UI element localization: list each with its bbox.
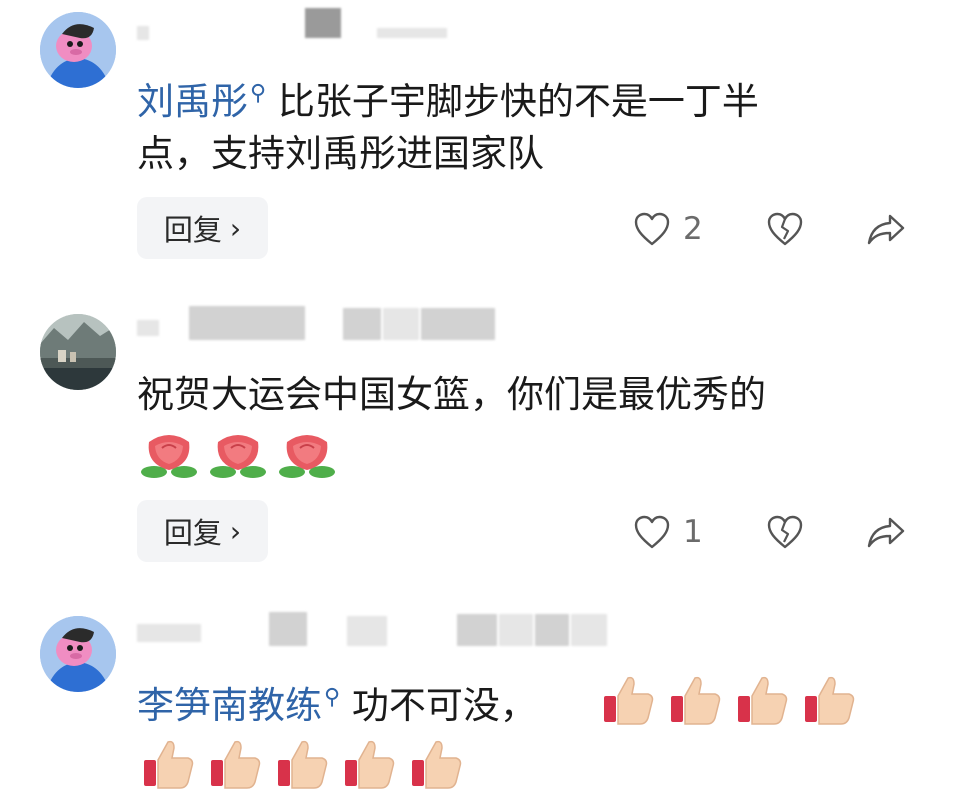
chevron-right-icon: › [229,211,242,245]
emoji-row [140,426,336,482]
comment-text-line: 点，支持刘禹彤进国家队 [137,132,544,175]
thumbs-up-emoji-icon [738,676,788,725]
like-count: 1 [683,514,703,550]
heart-icon [634,515,670,549]
reply-label: 回复 [163,213,222,247]
like-button[interactable]: 1 [633,507,703,557]
share-button[interactable] [866,507,906,557]
emoji-row [140,736,464,792]
reply-label: 回复 [163,516,222,550]
share-button[interactable] [866,204,906,254]
comment-text: 祝贺大运会中国女篮，你们是最优秀的 [137,373,766,416]
mentioned-author[interactable]: 刘禹彤⚲ [137,80,266,123]
emoji-row [600,672,857,728]
dislike-button[interactable] [766,507,804,557]
thumbs-up-emoji-icon [805,676,855,725]
broken-heart-icon [767,212,803,246]
thumbs-up-emoji-icon [604,676,654,725]
thumbs-up-emoji-icon [345,740,395,789]
comment-text: 刘禹彤⚲ 比张子宇脚步快的不是一丁半 [137,64,877,132]
rose-emoji-icon [279,435,336,478]
rose-emoji-icon [141,435,197,478]
thumbs-up-emoji-icon [671,676,721,725]
heart-icon [634,212,670,246]
reply-button[interactable]: 回复 › [137,500,268,562]
share-icon [867,517,905,548]
thumbs-up-emoji-icon [211,740,261,789]
reply-button[interactable]: 回复 › [137,197,268,259]
share-icon [867,214,905,245]
like-button[interactable]: 2 [633,204,703,254]
comment-text-line: 功不可没， [351,684,537,727]
thumbs-up-emoji-icon [278,740,328,789]
thumbs-up-emoji-icon [412,740,462,789]
cartoon-avatar-icon [40,12,116,88]
rose-emoji-icon [210,435,267,478]
chevron-right-icon: › [229,514,242,548]
user-avatar[interactable] [40,12,116,88]
broken-heart-icon [767,515,803,549]
landscape-avatar-icon [40,314,116,390]
mentioned-author[interactable]: 李笋南教练⚲ [137,684,340,727]
user-avatar[interactable] [40,314,116,390]
user-avatar[interactable] [40,616,116,692]
cartoon-avatar-icon [40,616,116,692]
like-count: 2 [683,211,703,247]
comment-text-line: 比张子宇脚步快的不是一丁半 [277,80,759,123]
author-badge-icon: ⚲ [324,685,341,710]
thumbs-up-emoji-icon [144,740,194,789]
author-badge-icon: ⚲ [250,81,267,106]
dislike-button[interactable] [766,204,804,254]
